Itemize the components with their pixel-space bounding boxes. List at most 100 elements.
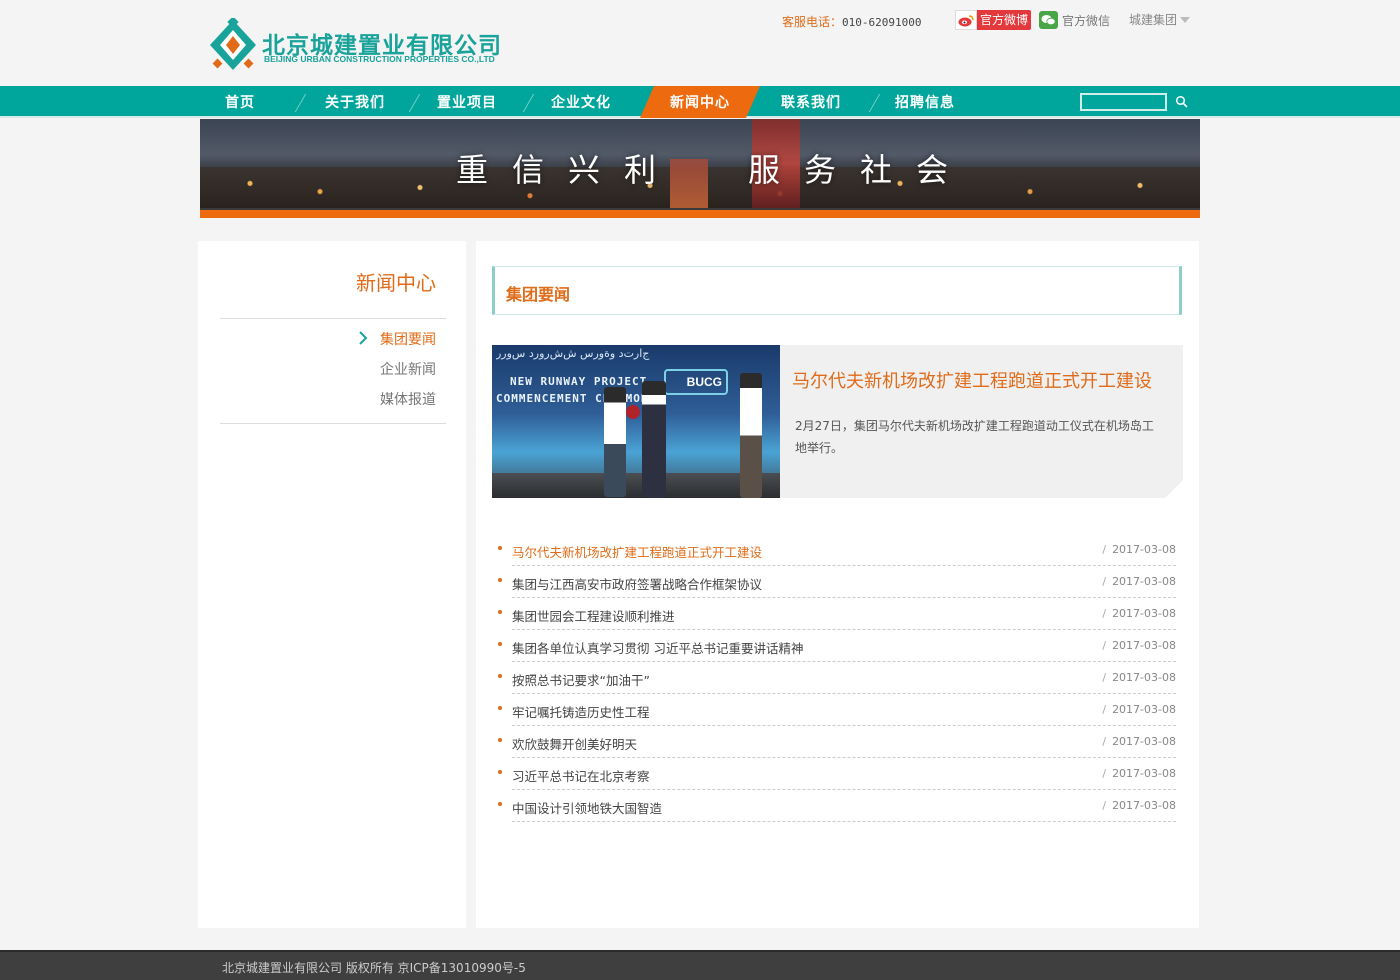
news-date-value: 2017-03-08 — [1112, 767, 1176, 780]
hotline: 客服电话：010-62091000 — [782, 13, 922, 30]
news-title[interactable]: 按照总书记要求“加油干” — [512, 670, 650, 689]
bullet-icon — [498, 578, 502, 582]
nav-separator — [868, 94, 881, 112]
news-title[interactable]: 集团与江西高安市政府签署战略合作框架协议 — [512, 574, 762, 593]
slash-separator: / — [1102, 799, 1107, 812]
chevron-down-icon — [1180, 16, 1191, 23]
list-item[interactable]: 集团与江西高安市政府签署战略合作框架协议 / 2017-03-08 — [498, 566, 1176, 598]
main-nav: 首页 关于我们 置业项目 企业文化 新闻中心 联系我们 招聘信息 — [0, 86, 1400, 118]
slash-separator: / — [1102, 575, 1107, 588]
news-date-value: 2017-03-08 — [1112, 543, 1176, 556]
news-date: / 2017-03-08 — [1102, 575, 1176, 588]
featured-news-image[interactable]: ﺝﺍﺭﺕﺩ ﻭﺓﻭﺭﺱ ﺵﺵﺭﻭﺭﺩ ﺱﻭﺭﺭ NEW RUNWAY PROJE… — [492, 345, 780, 498]
news-date: / 2017-03-08 — [1102, 543, 1176, 556]
award-plaque — [626, 405, 640, 419]
bullet-icon — [498, 546, 502, 550]
news-title[interactable]: 中国设计引领地铁大国智造 — [512, 798, 662, 817]
nav-item-jobs[interactable]: 招聘信息 — [880, 86, 970, 118]
news-date: / 2017-03-08 — [1102, 607, 1176, 620]
nav-item-home[interactable]: 首页 — [200, 86, 280, 118]
sidebar: 新闻中心 集团要闻 企业新闻 媒体报道 — [198, 241, 466, 928]
banner-slogan-right: 服务社会 — [748, 151, 973, 189]
bullet-icon — [498, 674, 502, 678]
list-item[interactable]: 按照总书记要求“加油干” / 2017-03-08 — [498, 662, 1176, 694]
main-content: 集团要闻 ﺝﺍﺭﺕﺩ ﻭﺓﻭﺭﺱ ﺵﺵﺭﻭﺭﺩ ﺱﻭﺭﺭ NEW RUNWAY … — [476, 241, 1199, 928]
sidebar-item-group-news[interactable]: 集团要闻 — [380, 329, 436, 349]
wechat-icon — [1039, 11, 1058, 29]
weibo-label: 官方微博 — [977, 10, 1032, 30]
bucg-logo: BUCG — [664, 369, 728, 395]
person-figure — [642, 381, 666, 498]
group-dropdown[interactable]: 城建集团 — [1129, 11, 1191, 28]
nav-separator — [294, 94, 307, 112]
news-date-value: 2017-03-08 — [1112, 735, 1176, 748]
section-header: 集团要闻 — [492, 266, 1182, 315]
news-date-value: 2017-03-08 — [1112, 639, 1176, 652]
featured-news[interactable]: ﺝﺍﺭﺕﺩ ﻭﺓﻭﺭﺱ ﺵﺵﺭﻭﺭﺩ ﺱﻭﺭﺭ NEW RUNWAY PROJE… — [492, 345, 1183, 498]
bullet-icon — [498, 642, 502, 646]
bullet-icon — [498, 802, 502, 806]
logo-mark-icon — [210, 18, 256, 70]
news-list: 马尔代夫新机场改扩建工程跑道正式开工建设 / 2017-03-08 集团与江西高安市政… — [496, 534, 1176, 822]
news-date: / 2017-03-08 — [1102, 671, 1176, 684]
slash-separator: / — [1102, 735, 1107, 748]
list-item[interactable]: 马尔代夫新机场改扩建工程跑道正式开工建设 / 2017-03-08 — [498, 534, 1176, 566]
list-item[interactable]: 牢记嘱托铸造历史性工程 / 2017-03-08 — [498, 694, 1176, 726]
news-date-value: 2017-03-08 — [1112, 799, 1176, 812]
news-title[interactable]: 马尔代夫新机场改扩建工程跑道正式开工建设 — [512, 542, 762, 561]
slash-separator: / — [1102, 671, 1107, 684]
list-item[interactable]: 欢欣鼓舞开创美好明天 / 2017-03-08 — [498, 726, 1176, 758]
nav-item-culture[interactable]: 企业文化 — [536, 86, 626, 118]
nav-item-contact[interactable]: 联系我们 — [766, 86, 856, 118]
list-item[interactable]: 中国设计引领地铁大国智造 / 2017-03-08 — [498, 790, 1176, 822]
person-figure — [740, 373, 762, 498]
news-title[interactable]: 欢欣鼓舞开创美好明天 — [512, 734, 637, 753]
wechat-link[interactable]: 官方微信 — [1039, 11, 1110, 29]
news-date: / 2017-03-08 — [1102, 639, 1176, 652]
slash-separator: / — [1102, 767, 1107, 780]
nav-item-projects[interactable]: 置业项目 — [422, 86, 512, 118]
banner-script-text: ﺝﺍﺭﺕﺩ ﻭﺓﻭﺭﺱ ﺵﺵﺭﻭﺭﺩ ﺱﻭﺭﺭ — [496, 347, 650, 360]
slash-separator: / — [1102, 703, 1107, 716]
list-item[interactable]: 集团各单位认真学习贯彻 习近平总书记重要讲话精神 / 2017-03-08 — [498, 630, 1176, 662]
person-figure — [604, 387, 626, 497]
news-date: / 2017-03-08 — [1102, 735, 1176, 748]
news-date: / 2017-03-08 — [1102, 703, 1176, 716]
bullet-icon — [498, 738, 502, 742]
banner-slogan-left: 重信兴利 — [456, 151, 681, 189]
search-icon[interactable] — [1175, 95, 1189, 109]
news-title[interactable]: 集团世园会工程建设顺利推进 — [512, 606, 675, 625]
site-header: 北京城建置业有限公司 BEIJING URBAN CONSTRUCTION PR… — [0, 0, 1400, 86]
list-item[interactable]: 集团世园会工程建设顺利推进 / 2017-03-08 — [498, 598, 1176, 630]
divider — [220, 423, 446, 424]
nav-item-news[interactable]: 新闻中心 — [652, 86, 748, 118]
chevron-right-icon — [359, 331, 368, 345]
list-item[interactable]: 习近平总书记在北京考察 / 2017-03-08 — [498, 758, 1176, 790]
news-title[interactable]: 牢记嘱托铸造历史性工程 — [512, 702, 650, 721]
bullet-icon — [498, 610, 502, 614]
stage-floor — [492, 473, 780, 498]
hotline-label: 客服电话： — [782, 15, 843, 29]
slash-separator: / — [1102, 543, 1107, 556]
bullet-icon — [498, 706, 502, 710]
company-logo[interactable]: 北京城建置业有限公司 BEIJING URBAN CONSTRUCTION PR… — [208, 18, 518, 74]
news-title[interactable]: 习近平总书记在北京考察 — [512, 766, 650, 785]
nav-item-about[interactable]: 关于我们 — [310, 86, 400, 118]
featured-news-title[interactable]: 马尔代夫新机场改扩建工程跑道正式开工建设 — [792, 367, 1152, 393]
top-links: 客服电话：010-62091000 官方微博 官方微信 城建集团 — [780, 10, 1200, 30]
news-date-value: 2017-03-08 — [1112, 671, 1176, 684]
slash-separator: / — [1102, 639, 1107, 652]
news-date-value: 2017-03-08 — [1112, 575, 1176, 588]
sidebar-item-company-news[interactable]: 企业新闻 — [380, 359, 436, 379]
news-date: / 2017-03-08 — [1102, 767, 1176, 780]
news-title[interactable]: 集团各单位认真学习贯彻 习近平总书记重要讲话精神 — [512, 638, 803, 657]
weibo-link[interactable]: 官方微博 — [955, 10, 1032, 30]
featured-news-description: 2月27日，集团马尔代夫新机场改扩建工程跑道动工仪式在机场岛工地举行。 — [795, 419, 1154, 455]
sidebar-item-media-reports[interactable]: 媒体报道 — [380, 389, 436, 409]
news-date-value: 2017-03-08 — [1112, 703, 1176, 716]
news-date: / 2017-03-08 — [1102, 799, 1176, 812]
bullet-icon — [498, 770, 502, 774]
search-input[interactable] — [1080, 93, 1167, 111]
news-date-value: 2017-03-08 — [1112, 607, 1176, 620]
section-title: 集团要闻 — [506, 285, 571, 304]
